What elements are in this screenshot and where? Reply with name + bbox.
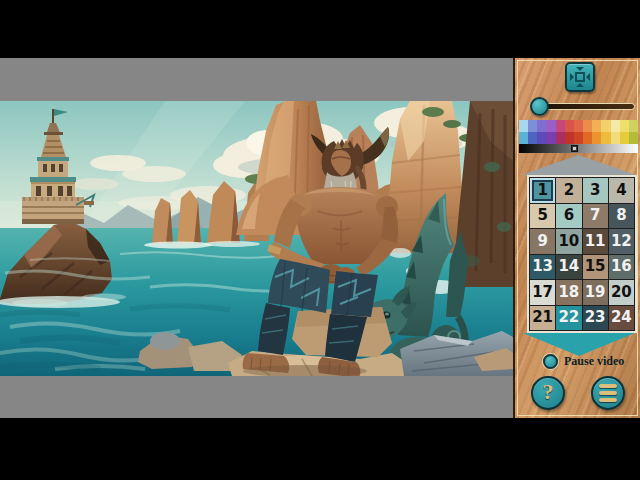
spectrum-swatch-1[interactable] bbox=[519, 120, 528, 144]
spectrum-swatch-13[interactable] bbox=[629, 120, 638, 144]
palette-cell-11[interactable]: 11 bbox=[583, 229, 608, 254]
spectrum-swatch-6[interactable] bbox=[565, 120, 574, 144]
center-view-icon bbox=[568, 65, 592, 89]
pause-video-toggle[interactable]: Pause video bbox=[543, 353, 624, 370]
palette-cell-18[interactable]: 18 bbox=[556, 280, 581, 305]
spectrum-swatch-9[interactable] bbox=[592, 120, 601, 144]
game-window: 123456789101112131415161718192021222324 … bbox=[0, 58, 640, 418]
palette-cell-5[interactable]: 5 bbox=[530, 204, 555, 229]
palette-cell-24[interactable]: 24 bbox=[609, 306, 634, 331]
palette-cell-13[interactable]: 13 bbox=[530, 255, 555, 280]
palette-cell-12[interactable]: 12 bbox=[609, 229, 634, 254]
spectrum-swatch-3[interactable] bbox=[537, 120, 546, 144]
grayscale-marker[interactable] bbox=[571, 145, 578, 152]
palette-cell-2[interactable]: 2 bbox=[556, 178, 581, 203]
palette-cell-7[interactable]: 7 bbox=[583, 204, 608, 229]
spectrum-swatch-11[interactable] bbox=[611, 120, 620, 144]
screen: 123456789101112131415161718192021222324 … bbox=[0, 0, 640, 480]
palette-cell-9[interactable]: 9 bbox=[530, 229, 555, 254]
palette-cell-6[interactable]: 6 bbox=[556, 204, 581, 229]
menu-icon bbox=[593, 378, 623, 408]
palette-cell-21[interactable]: 21 bbox=[530, 306, 555, 331]
puzzle-artwork bbox=[0, 101, 513, 376]
palette-cell-19[interactable]: 19 bbox=[583, 280, 608, 305]
sidebar: 123456789101112131415161718192021222324 … bbox=[513, 58, 640, 418]
spectrum-swatch-2[interactable] bbox=[528, 120, 537, 144]
help-button[interactable]: ? bbox=[531, 376, 565, 410]
palette-pointer-up bbox=[521, 155, 636, 175]
palette-cell-16[interactable]: 16 bbox=[609, 255, 634, 280]
spectrum-swatch-5[interactable] bbox=[556, 120, 565, 144]
palette-cell-1[interactable]: 1 bbox=[530, 178, 555, 203]
pause-video-label: Pause video bbox=[564, 354, 624, 369]
number-palette: 123456789101112131415161718192021222324 bbox=[527, 175, 637, 333]
palette-cell-20[interactable]: 20 bbox=[609, 280, 634, 305]
color-spectrum[interactable] bbox=[519, 120, 638, 144]
spectrum-swatch-8[interactable] bbox=[583, 120, 592, 144]
palette-cell-3[interactable]: 3 bbox=[583, 178, 608, 203]
palette-cell-22[interactable]: 22 bbox=[556, 306, 581, 331]
palette-cell-14[interactable]: 14 bbox=[556, 255, 581, 280]
puzzle-image[interactable] bbox=[0, 101, 513, 376]
palette-cell-15[interactable]: 15 bbox=[583, 255, 608, 280]
grayscale-bar[interactable] bbox=[519, 144, 638, 153]
center-view-button[interactable] bbox=[565, 62, 595, 92]
menu-button[interactable] bbox=[591, 376, 625, 410]
zoom-slider-knob[interactable] bbox=[530, 97, 549, 116]
palette-cell-17[interactable]: 17 bbox=[530, 280, 555, 305]
question-icon: ? bbox=[533, 379, 563, 405]
palette-cell-23[interactable]: 23 bbox=[583, 306, 608, 331]
spectrum-swatch-4[interactable] bbox=[546, 120, 555, 144]
canvas-area bbox=[0, 58, 513, 418]
spectrum-swatch-12[interactable] bbox=[620, 120, 629, 144]
pause-video-radio[interactable] bbox=[543, 354, 558, 369]
palette-cell-10[interactable]: 10 bbox=[556, 229, 581, 254]
spectrum-swatch-7[interactable] bbox=[574, 120, 583, 144]
palette-cell-8[interactable]: 8 bbox=[609, 204, 634, 229]
spectrum-swatch-10[interactable] bbox=[601, 120, 610, 144]
palette-cell-4[interactable]: 4 bbox=[609, 178, 634, 203]
